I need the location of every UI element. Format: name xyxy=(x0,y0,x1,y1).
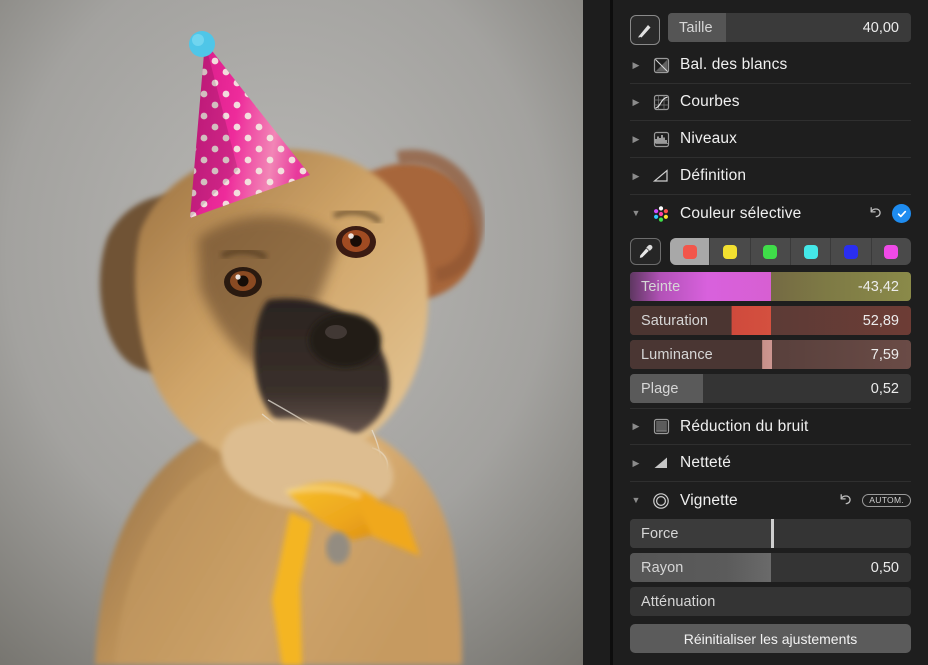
section-title: Courbes xyxy=(680,93,740,111)
section-noise-reduction[interactable]: ▶ Réduction du bruit xyxy=(630,408,911,445)
chevron-right-icon[interactable]: ▶ xyxy=(630,135,642,144)
adjustments-panel: Taille 40,00 ▶ Bal. des blancs ▶ xyxy=(613,0,928,665)
brush-icon[interactable] xyxy=(630,15,660,45)
rayon-slider[interactable]: Rayon 0,50 xyxy=(630,553,911,582)
vignette-icon xyxy=(651,491,671,511)
force-slider[interactable]: Force xyxy=(630,519,911,548)
noise-reduction-icon xyxy=(651,417,671,437)
force-label: Force xyxy=(630,526,679,542)
swatch-blue[interactable] xyxy=(831,238,871,265)
attenuation-slider[interactable]: Atténuation xyxy=(630,587,911,616)
brush-size-label: Taille xyxy=(668,20,713,36)
section-definition[interactable]: ▶ Définition xyxy=(630,158,911,195)
brush-size-slider[interactable]: Taille 40,00 xyxy=(668,13,911,42)
revert-arrow-icon[interactable] xyxy=(868,205,883,223)
brush-size-row: Taille 40,00 xyxy=(630,0,911,47)
section-vignette[interactable]: ▼ Vignette AUTOM. xyxy=(630,482,911,519)
white-balance-icon xyxy=(651,55,671,75)
revert-arrow-icon[interactable] xyxy=(838,492,853,510)
color-swatch-row xyxy=(630,238,911,265)
section-title: Niveaux xyxy=(680,130,737,148)
plage-value: 0,52 xyxy=(871,381,911,397)
section-controls xyxy=(868,204,911,223)
chevron-right-icon[interactable]: ▶ xyxy=(630,459,642,468)
teinte-label: Teinte xyxy=(630,279,680,295)
definition-icon xyxy=(651,166,671,186)
rayon-value: 0,50 xyxy=(871,560,911,576)
teinte-slider[interactable]: Teinte -43,42 xyxy=(630,272,911,301)
chevron-right-icon[interactable]: ▶ xyxy=(630,98,642,107)
chevron-right-icon[interactable]: ▶ xyxy=(630,61,642,70)
checkmark-icon[interactable] xyxy=(892,204,911,223)
swatch-yellow[interactable] xyxy=(710,238,750,265)
levels-icon xyxy=(651,129,671,149)
swatch-red[interactable] xyxy=(670,238,710,265)
section-title: Bal. des blancs xyxy=(680,56,787,74)
auto-badge[interactable]: AUTOM. xyxy=(862,494,911,508)
viewer-panel-gap xyxy=(583,0,610,665)
section-title: Netteté xyxy=(680,454,731,472)
section-levels[interactable]: ▶ Niveaux xyxy=(630,121,911,158)
curves-icon xyxy=(651,92,671,112)
plage-slider[interactable]: Plage 0,52 xyxy=(630,374,911,403)
saturation-slider[interactable]: Saturation 52,89 xyxy=(630,306,911,335)
chevron-right-icon[interactable]: ▶ xyxy=(630,422,642,431)
sharpness-icon xyxy=(651,453,671,473)
eyedropper-icon[interactable] xyxy=(630,238,661,265)
chevron-down-icon[interactable]: ▼ xyxy=(630,209,642,218)
chevron-right-icon[interactable]: ▶ xyxy=(630,172,642,181)
rayon-label: Rayon xyxy=(630,560,683,576)
plage-label: Plage xyxy=(630,381,679,397)
luminance-slider[interactable]: Luminance 7,59 xyxy=(630,340,911,369)
luminance-label: Luminance xyxy=(630,347,713,363)
swatch-cyan[interactable] xyxy=(791,238,831,265)
section-title: Définition xyxy=(680,167,746,185)
reset-adjustments-button[interactable]: Réinitialiser les ajustements xyxy=(630,624,911,653)
section-selective-color[interactable]: ▼ Couleur sélective xyxy=(630,195,911,232)
saturation-label: Saturation xyxy=(630,313,708,329)
attenuation-label: Atténuation xyxy=(630,594,715,610)
section-controls: AUTOM. xyxy=(838,492,911,510)
chevron-down-icon[interactable]: ▼ xyxy=(630,496,642,505)
luminance-value: 7,59 xyxy=(871,347,911,363)
saturation-value: 52,89 xyxy=(863,313,911,329)
selective-color-icon xyxy=(651,204,671,224)
section-title: Couleur sélective xyxy=(680,205,801,223)
swatch-magenta[interactable] xyxy=(872,238,911,265)
section-white-balance[interactable]: ▶ Bal. des blancs xyxy=(630,47,911,84)
swatches-group[interactable] xyxy=(670,238,911,265)
force-knob[interactable] xyxy=(771,519,774,548)
image-viewer[interactable] xyxy=(0,0,583,665)
photo-dog-with-party-hat xyxy=(0,0,583,665)
section-curves[interactable]: ▶ Courbes xyxy=(630,84,911,121)
teinte-value: -43,42 xyxy=(858,279,911,295)
swatch-green[interactable] xyxy=(751,238,791,265)
section-sharpness[interactable]: ▶ Netteté xyxy=(630,445,911,482)
brush-size-value: 40,00 xyxy=(863,20,911,36)
section-title: Réduction du bruit xyxy=(680,418,809,436)
section-title: Vignette xyxy=(680,492,738,510)
